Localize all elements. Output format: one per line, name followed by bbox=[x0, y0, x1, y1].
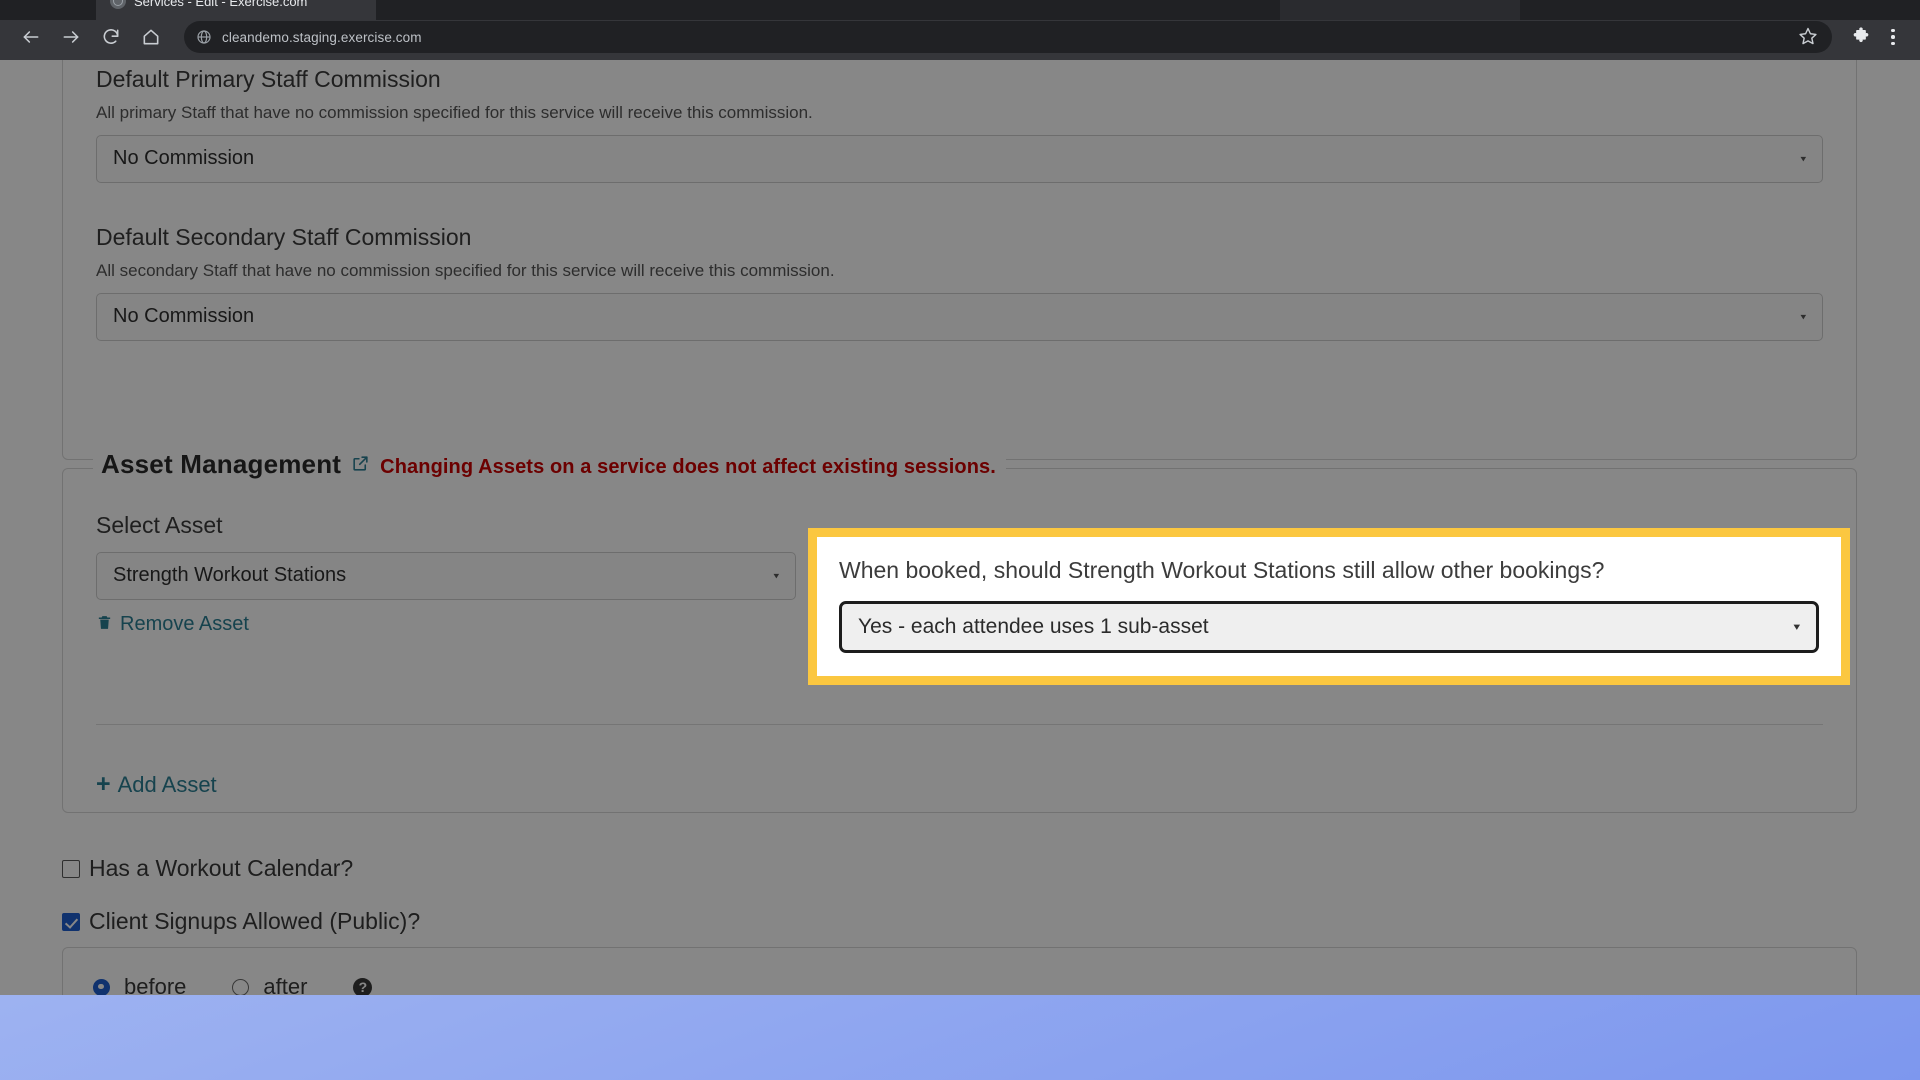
reload-icon[interactable] bbox=[94, 20, 128, 54]
question-mark-icon[interactable]: ? bbox=[353, 978, 372, 996]
primary-commission-value: No Commission bbox=[113, 147, 254, 170]
has-workout-calendar-checkbox-row[interactable]: Has a Workout Calendar? bbox=[62, 855, 353, 882]
asset-management-title: Asset Management bbox=[101, 449, 341, 480]
globe-icon bbox=[196, 29, 212, 45]
has-workout-calendar-label: Has a Workout Calendar? bbox=[89, 855, 353, 882]
radio-before[interactable] bbox=[93, 979, 110, 996]
select-asset-group: Select Asset Strength Workout Stations ▾… bbox=[96, 511, 796, 637]
browser-toolbar: cleandemo.staging.exercise.com bbox=[0, 14, 1920, 60]
secondary-commission-value: No Commission bbox=[113, 305, 254, 328]
browser-chrome: Services - Edit - Exercise.com cleandemo… bbox=[0, 0, 1920, 60]
forward-arrow-icon[interactable] bbox=[54, 20, 88, 54]
browser-tab-title: Services - Edit - Exercise.com bbox=[134, 0, 307, 9]
sub-asset-booking-select[interactable]: Yes - each attendee uses 1 sub-asset ▾ bbox=[839, 601, 1819, 653]
primary-commission-help: All primary Staff that have no commissio… bbox=[96, 103, 1823, 123]
chevron-down-icon: ▾ bbox=[1800, 311, 1806, 321]
chevron-down-icon: ▾ bbox=[773, 571, 779, 581]
signups-settings-panel: before after ? Close signups how many ho… bbox=[62, 947, 1857, 995]
chevron-down-icon: ▾ bbox=[1793, 620, 1800, 633]
select-asset-label: Select Asset bbox=[96, 511, 796, 540]
client-signups-label: Client Signups Allowed (Public)? bbox=[89, 908, 420, 935]
select-asset-value: Strength Workout Stations bbox=[113, 564, 346, 587]
radio-before-label: before bbox=[124, 974, 186, 995]
three-dot-menu-icon[interactable] bbox=[1880, 24, 1906, 50]
star-icon[interactable] bbox=[1798, 26, 1820, 48]
secondary-commission-group: Default Secondary Staff Commission All s… bbox=[96, 223, 1823, 341]
secondary-commission-select[interactable]: No Commission ▾ bbox=[96, 293, 1823, 341]
remove-asset-button[interactable]: Remove Asset bbox=[96, 613, 249, 636]
callout-question: When booked, should Strength Workout Sta… bbox=[839, 557, 1819, 585]
highlight-callout: When booked, should Strength Workout Sta… bbox=[808, 528, 1850, 685]
puzzle-piece-icon[interactable] bbox=[1848, 24, 1874, 50]
primary-commission-group: Default Primary Staff Commission All pri… bbox=[96, 65, 1823, 183]
commission-panel: Default Primary Staff Commission All pri… bbox=[62, 60, 1857, 460]
secondary-commission-label: Default Secondary Staff Commission bbox=[96, 223, 1823, 252]
external-link-icon[interactable] bbox=[351, 454, 370, 478]
signups-timing-radio-group: before after ? bbox=[93, 974, 1826, 995]
trash-icon bbox=[96, 613, 113, 636]
radio-after-label: after bbox=[263, 974, 307, 995]
client-signups-checkbox[interactable] bbox=[62, 913, 80, 931]
radio-after[interactable] bbox=[232, 979, 249, 996]
primary-commission-select[interactable]: No Commission ▾ bbox=[96, 135, 1823, 183]
globe-icon bbox=[110, 0, 126, 9]
remove-asset-label: Remove Asset bbox=[120, 613, 249, 636]
asset-management-legend: Asset Management Changing Assets on a se… bbox=[93, 449, 1006, 480]
client-signups-checkbox-row[interactable]: Client Signups Allowed (Public)? bbox=[62, 908, 420, 935]
select-asset-dropdown[interactable]: Strength Workout Stations ▾ bbox=[96, 552, 796, 600]
chevron-down-icon: ▾ bbox=[1800, 154, 1806, 164]
page-viewport: Default Primary Staff Commission All pri… bbox=[0, 60, 1920, 995]
add-asset-label: Add Asset bbox=[118, 772, 217, 798]
primary-commission-label: Default Primary Staff Commission bbox=[96, 65, 1823, 94]
address-bar-url: cleandemo.staging.exercise.com bbox=[222, 30, 1788, 45]
secondary-commission-help: All secondary Staff that have no commiss… bbox=[96, 261, 1823, 281]
plus-icon: + bbox=[96, 776, 111, 794]
service-edit-page: Default Primary Staff Commission All pri… bbox=[0, 60, 1920, 995]
address-bar[interactable]: cleandemo.staging.exercise.com bbox=[184, 21, 1832, 53]
back-arrow-icon[interactable] bbox=[14, 20, 48, 54]
asset-management-warning: Changing Assets on a service does not af… bbox=[380, 456, 996, 479]
sub-asset-booking-value: Yes - each attendee uses 1 sub-asset bbox=[858, 615, 1209, 639]
asset-divider bbox=[96, 724, 1823, 725]
add-asset-button[interactable]: + Add Asset bbox=[96, 772, 217, 798]
has-workout-calendar-checkbox[interactable] bbox=[62, 860, 80, 878]
home-icon[interactable] bbox=[134, 20, 168, 54]
